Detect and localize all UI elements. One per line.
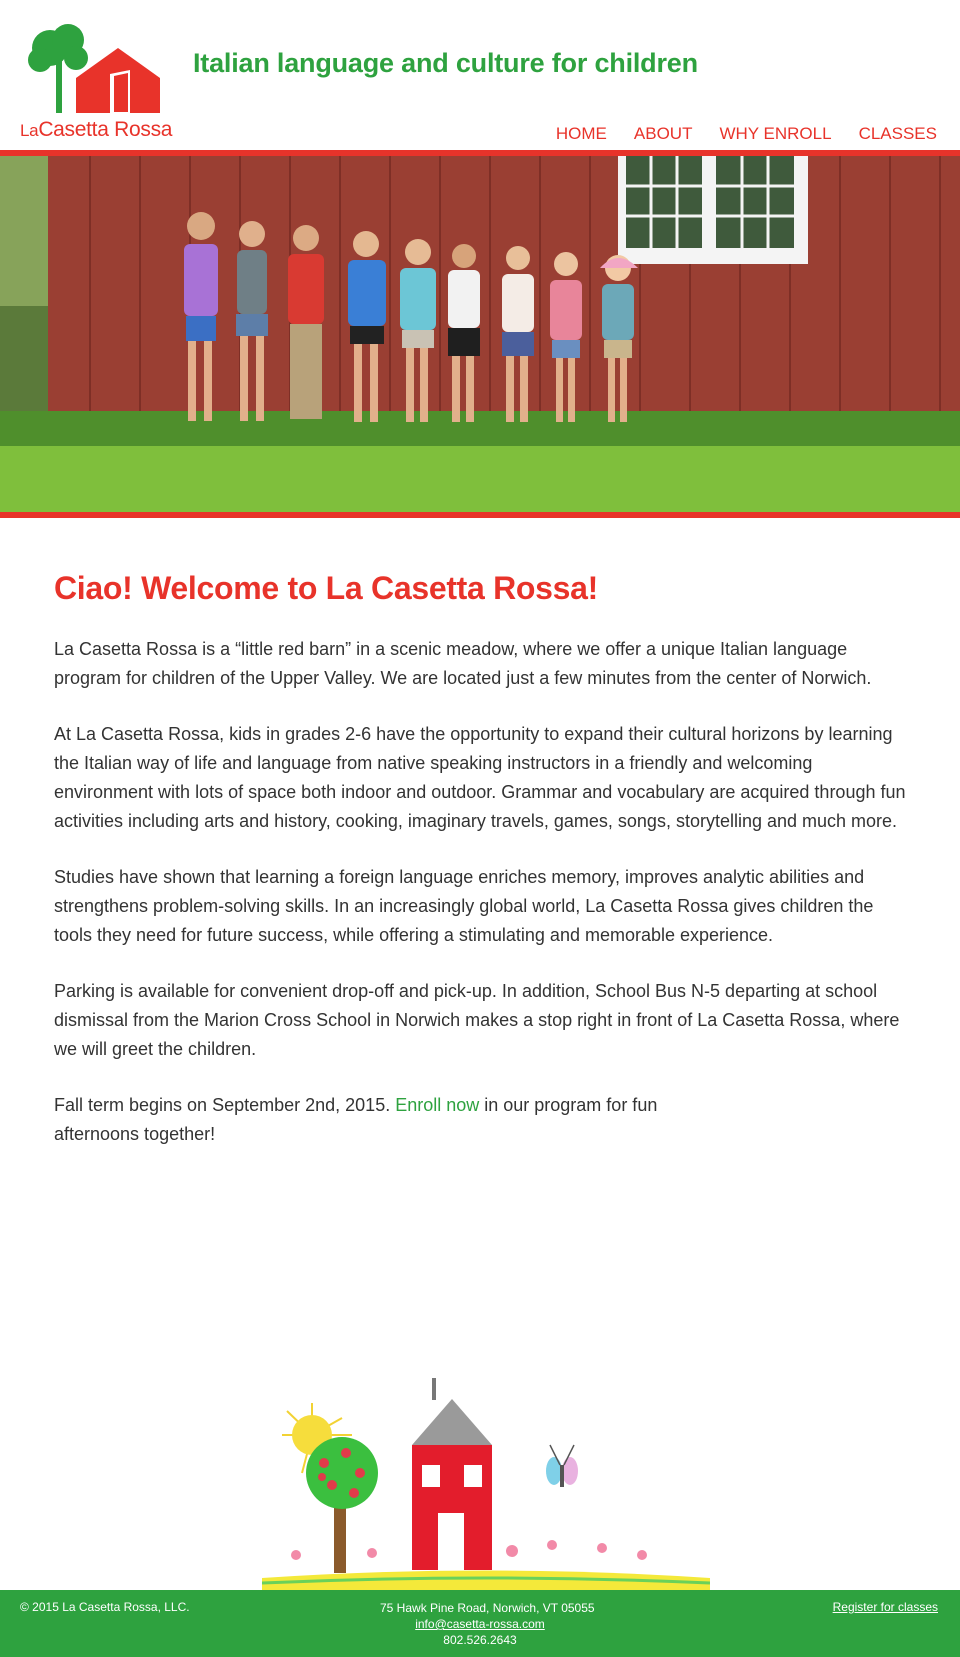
- program-paragraph: At La Casetta Rossa, kids in grades 2-6 …: [54, 724, 906, 831]
- site-tagline: Italian language and culture for childre…: [193, 48, 698, 78]
- parking-paragraph: Parking is available for convenient drop…: [54, 981, 900, 1059]
- child-drawing-illustration: [261, 1373, 711, 1590]
- site-footer: © 2015 La Casetta Rossa, LLC. 75 Hawk Pi…: [0, 1590, 960, 1657]
- footer-address: 75 Hawk Pine Road, Norwich, VT 05055: [380, 1601, 595, 1615]
- logo-tree-house-icon: [28, 24, 160, 113]
- footer-contact: 75 Hawk Pine Road, Norwich, VT 05055 inf…: [380, 1600, 595, 1648]
- nav-item-home[interactable]: HOME: [554, 124, 608, 155]
- children-at-red-barn-image: [0, 156, 960, 512]
- footer-copyright: © 2015 La Casetta Rossa, LLC.: [20, 1600, 190, 1614]
- nav-item-classes[interactable]: CLASSES: [858, 124, 938, 144]
- nav-item-about[interactable]: ABOUT: [633, 124, 694, 144]
- logo-text-main: Casetta Rossa: [38, 118, 173, 141]
- footer-phone: 802.526.2643: [443, 1633, 517, 1647]
- enroll-now-link[interactable]: Enroll now: [395, 1095, 479, 1115]
- enroll-paragraph: Fall term begins on September 2nd, 2015.…: [54, 1091, 704, 1149]
- site-logo[interactable]: LaCasetta Rossa: [18, 18, 188, 143]
- house-sun-tree-drawing-icon: [261, 1378, 711, 1590]
- hero-divider: [0, 512, 960, 518]
- logo-wordmark: LaCasetta Rossa: [20, 118, 172, 142]
- logo-text-small: La: [20, 121, 39, 140]
- nav-item-why-enroll[interactable]: WHY ENROLL: [718, 124, 832, 144]
- register-for-classes-link[interactable]: Register for classes: [833, 1600, 938, 1614]
- main-nav: HOME ABOUT WHY ENROLL CLASSES: [554, 124, 938, 155]
- page-title: Ciao! Welcome to La Casetta Rossa!: [54, 570, 599, 606]
- footer-email-link[interactable]: info@casetta-rossa.com: [380, 1616, 580, 1632]
- benefits-paragraph: Studies have shown that learning a forei…: [54, 867, 874, 945]
- enroll-text-before: Fall term begins on September 2nd, 2015.: [54, 1095, 396, 1115]
- intro-paragraph: La Casetta Rossa is a “little red barn” …: [54, 639, 872, 688]
- site-header: LaCasetta Rossa Italian language and cul…: [0, 0, 960, 155]
- hero-photo: [0, 156, 960, 512]
- main-content: Ciao! Welcome to La Casetta Rossa! La Ca…: [54, 570, 914, 1176]
